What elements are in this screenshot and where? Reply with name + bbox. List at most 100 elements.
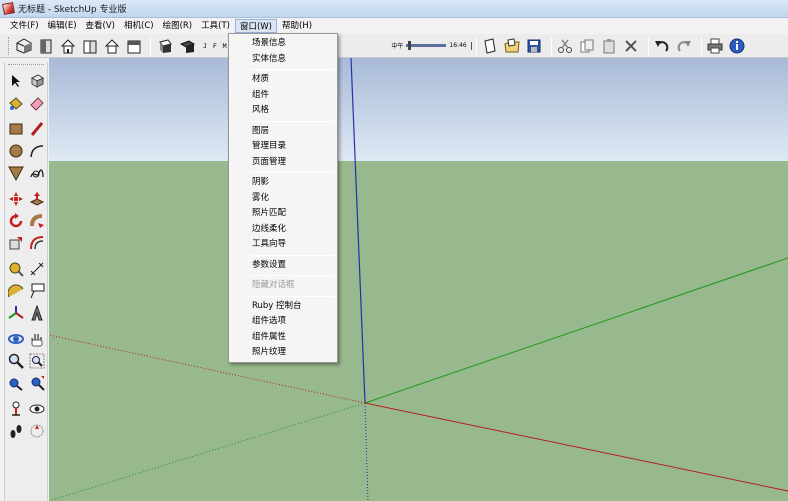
menu-item-instructor[interactable]: 工具向导 — [229, 237, 337, 253]
fog-toggle-icon[interactable] — [177, 36, 196, 55]
cut-scissors-icon[interactable] — [556, 36, 575, 55]
zoom-extents-icon[interactable] — [28, 374, 46, 392]
menu-view[interactable]: 查看(V) — [82, 19, 119, 33]
title-bar: 无标题 - SketchUp 专业版 — [0, 0, 788, 18]
3d-text-icon[interactable] — [28, 304, 46, 322]
tape-measure-icon[interactable] — [7, 260, 25, 278]
main-toolbar: J F M A 中午 16:46 — [0, 34, 788, 58]
menu-item-components[interactable]: 组件 — [229, 88, 337, 104]
menu-item-styles[interactable]: 风格 — [229, 103, 337, 119]
toolbar-separator — [475, 36, 477, 55]
menu-window[interactable]: 窗口(W) — [234, 19, 277, 33]
menu-bar: 文件(F) 编辑(E) 查看(V) 相机(C) 绘图(R) 工具(T) 窗口(W… — [0, 18, 788, 34]
print-icon[interactable] — [706, 36, 725, 55]
right-house-icon[interactable] — [80, 36, 99, 55]
front-house-icon[interactable] — [58, 36, 77, 55]
circle-icon[interactable] — [7, 142, 25, 160]
menu-separator — [251, 295, 335, 297]
time-slider-track[interactable] — [406, 41, 447, 50]
new-file-icon[interactable] — [481, 36, 500, 55]
copy-icon[interactable] — [578, 36, 597, 55]
rotate-icon[interactable] — [7, 212, 25, 230]
push-pull-icon[interactable] — [28, 190, 46, 208]
move-icon[interactable] — [7, 190, 25, 208]
menu-item-entity-info[interactable]: 实体信息 — [229, 52, 337, 68]
menu-item-match-photo[interactable]: 照片匹配 — [229, 206, 337, 222]
offset-icon[interactable] — [28, 234, 46, 252]
shadow-toggle-icon[interactable] — [155, 36, 174, 55]
left-house-icon[interactable] — [124, 36, 143, 55]
toolbar-separator — [700, 36, 702, 55]
make-component-icon[interactable] — [28, 72, 46, 90]
sketchup-app-icon — [2, 2, 15, 15]
green-axis-positive — [364, 257, 788, 404]
menu-item-scenes[interactable]: 页面管理 — [229, 155, 337, 171]
menu-separator — [251, 69, 335, 70]
menu-file[interactable]: 文件(F) — [6, 19, 43, 33]
zoom-window-icon[interactable] — [28, 352, 46, 370]
rectangle-icon[interactable] — [7, 120, 25, 138]
axes-icon[interactable] — [7, 304, 25, 322]
menu-camera[interactable]: 相机(C) — [120, 19, 158, 33]
window-menu-dropdown: 场景信息 实体信息 材质 组件 风格 图层 管理目录 页面管理 阴影 雾化 照片… — [228, 33, 338, 363]
menu-tools[interactable]: 工具(T) — [197, 19, 234, 33]
menu-separator — [251, 275, 335, 276]
toolbar-grip[interactable] — [8, 36, 11, 55]
eraser-icon[interactable] — [28, 94, 46, 112]
menu-draw[interactable]: 绘图(R) — [159, 19, 197, 33]
dimension-icon[interactable] — [28, 260, 46, 278]
palette-grip[interactable] — [8, 64, 44, 68]
paint-bucket-icon[interactable] — [7, 94, 25, 112]
save-disk-icon[interactable] — [525, 36, 544, 55]
text-label-icon[interactable] — [28, 282, 46, 300]
walk-footprints-icon[interactable] — [7, 422, 25, 440]
section-plane-icon[interactable] — [28, 422, 46, 440]
scale-icon[interactable] — [7, 234, 25, 252]
menu-item-materials[interactable]: 材质 — [229, 72, 337, 88]
menu-help[interactable]: 帮助(H) — [278, 19, 316, 33]
menu-item-component-options[interactable]: 组件选项 — [229, 314, 337, 330]
paste-icon[interactable] — [600, 36, 619, 55]
polygon-icon[interactable] — [7, 164, 25, 182]
follow-me-icon[interactable] — [28, 212, 46, 230]
menu-item-ruby-console[interactable]: Ruby 控制台 — [229, 299, 337, 315]
line-pencil-icon[interactable] — [28, 120, 46, 138]
undo-arrow-icon[interactable] — [653, 36, 672, 55]
look-around-eye-icon[interactable] — [28, 400, 46, 418]
menu-separator — [251, 172, 335, 173]
menu-edit[interactable]: 编辑(E) — [44, 19, 81, 33]
toolbar-separator — [647, 36, 649, 55]
pan-hand-icon[interactable] — [28, 330, 46, 348]
model-info-icon[interactable] — [728, 36, 747, 55]
freehand-icon[interactable] — [28, 164, 46, 182]
menu-item-component-attributes[interactable]: 组件属性 — [229, 330, 337, 346]
shadow-time-slider[interactable]: 中午 16:46 — [391, 41, 472, 50]
position-camera-icon[interactable] — [7, 400, 25, 418]
model-viewport[interactable] — [49, 58, 788, 501]
time-slider-end — [470, 41, 472, 50]
door-view-icon[interactable] — [36, 36, 55, 55]
iso-view-icon[interactable] — [14, 36, 33, 55]
back-house-icon[interactable] — [102, 36, 121, 55]
redo-arrow-icon[interactable] — [675, 36, 694, 55]
menu-item-photo-textures[interactable]: 照片纹理 — [229, 345, 337, 361]
arc-icon[interactable] — [28, 142, 46, 160]
menu-item-preferences[interactable]: 参数设置 — [229, 258, 337, 274]
menu-item-layers[interactable]: 图层 — [229, 124, 337, 140]
zoom-icon[interactable] — [7, 352, 25, 370]
select-arrow-icon[interactable] — [7, 72, 25, 90]
menu-item-shadows[interactable]: 阴影 — [229, 175, 337, 191]
menu-item-model-info[interactable]: 场景信息 — [229, 36, 337, 52]
menu-item-outliner[interactable]: 管理目录 — [229, 139, 337, 155]
protractor-icon[interactable] — [7, 282, 25, 300]
green-axis-negative — [49, 402, 366, 501]
open-folder-icon[interactable] — [503, 36, 522, 55]
delete-x-icon[interactable] — [622, 36, 641, 55]
tool-palette — [4, 62, 48, 501]
menu-item-fog[interactable]: 雾化 — [229, 191, 337, 207]
blue-axis-negative — [364, 402, 369, 501]
orbit-icon[interactable] — [7, 330, 25, 348]
menu-separator — [251, 120, 335, 122]
previous-view-icon[interactable] — [7, 374, 25, 392]
menu-item-soften-edges[interactable]: 边线柔化 — [229, 222, 337, 238]
